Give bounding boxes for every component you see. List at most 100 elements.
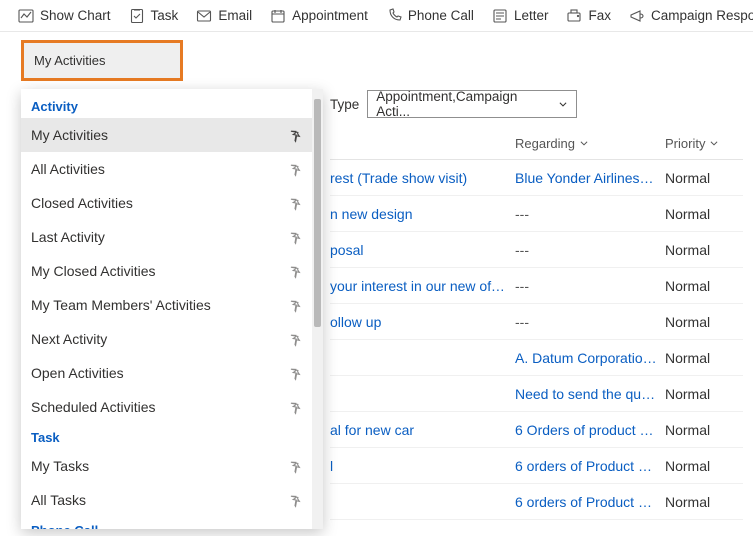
dropdown-section: Task: [21, 424, 312, 449]
view-option[interactable]: Closed Activities: [21, 186, 312, 220]
pin-icon[interactable]: [288, 399, 304, 415]
toolbar-label: Phone Call: [408, 8, 474, 23]
pin-icon[interactable]: [288, 492, 304, 508]
table-row[interactable]: 6 orders of Product SKU .Normal: [330, 484, 743, 520]
scrollbar[interactable]: [312, 89, 323, 529]
pin-icon[interactable]: [288, 365, 304, 381]
toolbar-task[interactable]: Task: [121, 4, 187, 28]
cell-priority: Normal: [665, 170, 740, 186]
chevron-down-icon: [709, 136, 719, 151]
column-regarding[interactable]: Regarding: [515, 136, 665, 151]
view-option[interactable]: Next Activity: [21, 322, 312, 356]
cell-subject[interactable]: ollow up: [330, 314, 515, 330]
cell-regarding: ---: [515, 314, 665, 330]
activity-type-select[interactable]: Appointment,Campaign Acti...: [367, 90, 577, 118]
cell-regarding[interactable]: A. Datum Corporation (sa: [515, 350, 665, 366]
view-option[interactable]: My Team Members' Activities: [21, 288, 312, 322]
view-option-label: My Activities: [31, 127, 108, 143]
cell-subject[interactable]: posal: [330, 242, 515, 258]
view-title: My Activities: [34, 53, 106, 68]
cell-subject[interactable]: al for new car: [330, 422, 515, 438]
view-option[interactable]: All Tasks: [21, 483, 312, 517]
cell-priority: Normal: [665, 206, 740, 222]
cell-subject[interactable]: your interest in our new offerings: [330, 278, 515, 294]
table-row[interactable]: al for new car6 Orders of product sku JN…: [330, 412, 743, 448]
cell-regarding[interactable]: 6 Orders of product sku J: [515, 422, 665, 438]
view-option-label: My Team Members' Activities: [31, 297, 211, 313]
view-option[interactable]: Last Activity: [21, 220, 312, 254]
cell-subject[interactable]: rest (Trade show visit): [330, 170, 515, 186]
toolbar-label: Appointment: [292, 8, 368, 23]
pin-icon[interactable]: [288, 297, 304, 313]
task-icon: [129, 8, 145, 24]
cell-priority: Normal: [665, 386, 740, 402]
cell-priority: Normal: [665, 242, 740, 258]
cell-priority: Normal: [665, 494, 740, 510]
table-row[interactable]: n new design---Normal: [330, 196, 743, 232]
cell-regarding[interactable]: 6 orders of Product SKU .: [515, 458, 665, 474]
command-bar: Show Chart Task Email Appointment Phone Call…: [0, 0, 753, 32]
table-row[interactable]: posal---Normal: [330, 232, 743, 268]
toolbar-label: Show Chart: [40, 8, 111, 23]
campaign-icon: [629, 8, 645, 24]
view-option[interactable]: My Tasks: [21, 449, 312, 483]
activity-type-value: Appointment,Campaign Acti...: [376, 89, 528, 119]
view-option[interactable]: All Activities: [21, 152, 312, 186]
column-priority-label: Priority: [665, 136, 705, 151]
pin-icon[interactable]: [288, 127, 304, 143]
cell-regarding[interactable]: Blue Yonder Airlines (sam: [515, 170, 665, 186]
grid-header: Regarding Priority: [330, 130, 743, 160]
toolbar-letter[interactable]: Letter: [484, 4, 557, 28]
chart-icon: [18, 8, 34, 24]
toolbar-phone[interactable]: Phone Call: [378, 4, 482, 28]
view-option[interactable]: My Closed Activities: [21, 254, 312, 288]
scrollbar-thumb[interactable]: [314, 99, 321, 327]
table-row[interactable]: l6 orders of Product SKU .Normal: [330, 448, 743, 484]
view-option[interactable]: Scheduled Activities: [21, 390, 312, 424]
table-row[interactable]: Need to send the quotatiNormal: [330, 376, 743, 412]
cell-subject[interactable]: l: [330, 458, 515, 474]
toolbar-email[interactable]: Email: [188, 4, 260, 28]
cell-regarding: ---: [515, 206, 665, 222]
email-icon: [196, 8, 212, 24]
cell-priority: Normal: [665, 350, 740, 366]
toolbar-label: Email: [218, 8, 252, 23]
filter-label: Type: [330, 97, 359, 112]
activities-grid: Regarding Priority rest (Trade show visi…: [330, 130, 743, 536]
pin-icon[interactable]: [288, 331, 304, 347]
chevron-down-icon: [558, 97, 568, 112]
pin-icon[interactable]: [288, 263, 304, 279]
view-selector[interactable]: My Activities: [21, 40, 183, 81]
view-option-label: Last Activity: [31, 229, 105, 245]
cell-regarding[interactable]: Need to send the quotati: [515, 386, 665, 402]
appointment-icon: [270, 8, 286, 24]
cell-regarding[interactable]: 6 orders of Product SKU .: [515, 494, 665, 510]
pin-icon[interactable]: [288, 229, 304, 245]
table-row[interactable]: A. Datum Corporation (saNormal: [330, 340, 743, 376]
view-option-label: All Activities: [31, 161, 105, 177]
toolbar-label: Letter: [514, 8, 549, 23]
pin-icon[interactable]: [288, 458, 304, 474]
toolbar-chart[interactable]: Show Chart: [10, 4, 119, 28]
pin-icon[interactable]: [288, 161, 304, 177]
cell-priority: Normal: [665, 278, 740, 294]
view-option-label: Scheduled Activities: [31, 399, 156, 415]
table-row[interactable]: ollow up---Normal: [330, 304, 743, 340]
toolbar-campaign[interactable]: Campaign Response: [621, 4, 753, 28]
column-priority[interactable]: Priority: [665, 136, 740, 151]
view-option[interactable]: Open Activities: [21, 356, 312, 390]
dropdown-section: Phone Call: [21, 517, 312, 529]
toolbar-fax[interactable]: Fax: [558, 4, 619, 28]
pin-icon[interactable]: [288, 195, 304, 211]
table-row[interactable]: your interest in our new offerings---Nor…: [330, 268, 743, 304]
phone-icon: [386, 8, 402, 24]
toolbar-label: Campaign Response: [651, 8, 753, 23]
toolbar-label: Task: [151, 8, 179, 23]
cell-subject[interactable]: n new design: [330, 206, 515, 222]
table-row[interactable]: rest (Trade show visit)Blue Yonder Airli…: [330, 160, 743, 196]
view-dropdown: ActivityMy ActivitiesAll ActivitiesClose…: [21, 89, 323, 529]
toolbar-appointment[interactable]: Appointment: [262, 4, 376, 28]
cell-priority: Normal: [665, 422, 740, 438]
view-option[interactable]: My Activities: [21, 118, 312, 152]
view-option-label: Next Activity: [31, 331, 107, 347]
